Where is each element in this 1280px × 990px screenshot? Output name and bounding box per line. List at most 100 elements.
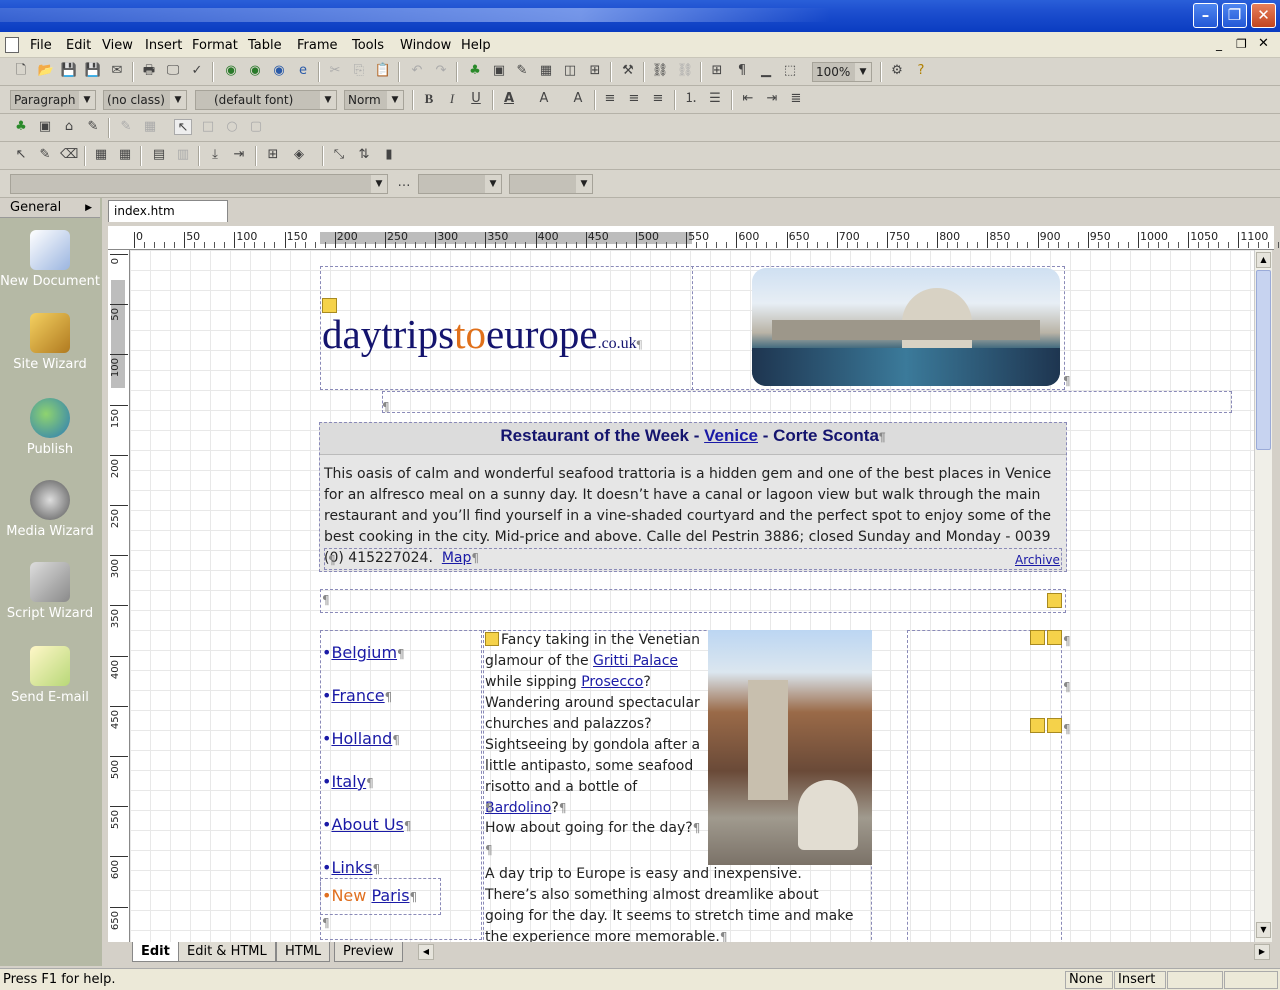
nav-holland[interactable]: •Holland¶ (322, 718, 412, 761)
document-icon[interactable] (5, 37, 19, 53)
archive-link[interactable]: Archive (1015, 553, 1060, 567)
shape-icon[interactable]: ▦ (141, 119, 159, 135)
tab-html[interactable]: HTML (276, 942, 331, 962)
minimize-button[interactable]: – (1193, 3, 1218, 28)
doc-restore-icon[interactable]: ❐ (1236, 37, 1247, 51)
fill-icon[interactable]: ◈ (290, 147, 308, 163)
close-button[interactable]: ✕ (1251, 3, 1276, 28)
help-icon[interactable]: ? (912, 63, 930, 79)
chart-icon[interactable]: ▮ (380, 147, 398, 163)
split-cells-icon[interactable]: ▥ (174, 147, 192, 163)
tree-icon[interactable]: ♣ (12, 119, 30, 135)
sort-icon[interactable]: ⇅ (355, 147, 373, 163)
edit-image-icon[interactable]: ✎ (84, 119, 102, 135)
save-all-icon[interactable]: 💾 (84, 63, 102, 79)
clear-format-icon[interactable]: A (569, 91, 587, 107)
spacer-row[interactable] (382, 391, 1232, 413)
nav-italy[interactable]: •Italy¶ (322, 761, 412, 804)
menu-format[interactable]: Format (192, 38, 238, 53)
menu-view[interactable]: View (102, 38, 133, 53)
gritti-palace-link[interactable]: Gritti Palace (593, 653, 678, 669)
bardolino-link[interactable]: Bardolino (485, 800, 551, 816)
hidden-icon[interactable]: ▁ (757, 63, 775, 79)
site-wizard-button[interactable]: Site Wizard (0, 313, 100, 372)
class-select[interactable]: (no class) ▼ (103, 90, 187, 110)
nav-belgium[interactable]: •Belgium¶ (322, 632, 412, 675)
doc-close-icon[interactable]: ✕ (1258, 36, 1269, 51)
more-icon[interactable]: … (395, 175, 413, 191)
maximize-button[interactable]: ❐ (1222, 3, 1247, 28)
script-marker-icon[interactable] (1030, 718, 1045, 733)
new-icon[interactable]: 🗋 (12, 63, 30, 79)
browser3-icon[interactable]: ◉ (270, 63, 288, 79)
scroll-thumb[interactable] (1256, 270, 1271, 450)
ie-icon[interactable]: e (294, 63, 312, 79)
doc-minimize-icon[interactable]: _ (1216, 37, 1222, 51)
script-marker-icon[interactable] (1047, 630, 1062, 645)
scroll-up-icon[interactable]: ▲ (1256, 252, 1271, 268)
underline-icon[interactable]: U (467, 91, 485, 107)
new-document-button[interactable]: New Document (0, 230, 100, 289)
venice-link[interactable]: Venice (704, 426, 758, 445)
venice-lagoon-image[interactable] (752, 268, 1060, 386)
nav-france[interactable]: •France¶ (322, 675, 412, 718)
media-wizard-button[interactable]: Media Wizard (0, 480, 100, 539)
autofit-icon[interactable]: ⤡ (330, 147, 348, 163)
numbered-list-icon[interactable]: ⒈ (682, 91, 700, 107)
vertical-scrollbar[interactable]: ▲ ▼ (1254, 250, 1272, 942)
draw-table-icon[interactable]: ✎ (36, 147, 54, 163)
menu-frame[interactable]: Frame (297, 38, 338, 53)
cut-icon[interactable]: ✂ (326, 63, 344, 79)
ellipse-icon[interactable]: ○ (223, 119, 241, 135)
save-icon[interactable]: 💾 (60, 63, 78, 79)
tree-icon[interactable]: ♣ (466, 63, 484, 79)
menu-help[interactable]: Help (461, 38, 491, 53)
menu-tools[interactable]: Tools (352, 38, 384, 53)
outdent-icon[interactable]: ⇤ (739, 91, 757, 107)
font-select[interactable]: (default font) ▼ (195, 90, 337, 110)
align-center-icon[interactable]: ≡ (625, 91, 643, 107)
rectangle-icon[interactable]: □ (199, 119, 217, 135)
script-wizard-button[interactable]: Script Wizard (0, 562, 100, 621)
eraser-icon[interactable]: ⌫ (60, 147, 78, 163)
edit-image-icon[interactable]: ✎ (513, 63, 531, 79)
tab-index-htm[interactable]: index.htm (108, 200, 228, 222)
table-props-icon[interactable]: ▦ (116, 147, 134, 163)
copy-icon[interactable]: ⎘ (350, 63, 368, 79)
tools-icon[interactable]: ⚒ (619, 63, 637, 79)
bold-icon[interactable]: B (420, 91, 438, 107)
browser-icon[interactable]: ◉ (222, 63, 240, 79)
open-icon[interactable]: 📂 (37, 63, 55, 79)
option-select-1[interactable]: ▼ (418, 174, 502, 194)
properties-icon[interactable]: ⚙ (888, 63, 906, 79)
menu-edit[interactable]: Edit (66, 38, 91, 53)
font-size-select[interactable]: Norm ▼ (344, 90, 404, 110)
new-paris[interactable]: •New Paris¶ (322, 886, 417, 905)
borders-icon[interactable]: ⬚ (781, 63, 799, 79)
insert-table-icon[interactable]: ▦ (92, 147, 110, 163)
grid-icon[interactable]: ⊞ (708, 63, 726, 79)
tab-preview[interactable]: Preview (334, 942, 403, 962)
scroll-right-icon[interactable]: ▶ (1254, 944, 1270, 960)
target-select[interactable]: ▼ (10, 174, 388, 194)
justify-icon[interactable]: ≣ (787, 91, 805, 107)
scroll-down-icon[interactable]: ▼ (1256, 922, 1271, 938)
select-icon[interactable]: ↖ (12, 147, 30, 163)
print-icon[interactable]: 🖶 (140, 63, 158, 79)
paris-link[interactable]: Paris (371, 886, 409, 905)
tab-edit[interactable]: Edit (132, 942, 179, 962)
link-icon[interactable]: ⛓ (651, 63, 669, 79)
scroll-left-icon[interactable]: ◀ (418, 944, 434, 960)
prosecco-link[interactable]: Prosecco (581, 674, 643, 690)
table-icon[interactable]: ▦ (537, 63, 555, 79)
pilcrow-icon[interactable]: ¶ (733, 63, 751, 79)
align-left-icon[interactable]: ≡ (601, 91, 619, 107)
frame-icon[interactable]: ◫ (561, 63, 579, 79)
panel-header[interactable]: General ▶ (0, 198, 100, 218)
undo-icon[interactable]: ↶ (408, 63, 426, 79)
mail-icon[interactable]: ✉ (108, 63, 126, 79)
align-right-icon[interactable]: ≡ (649, 91, 667, 107)
publish-button[interactable]: Publish (0, 398, 100, 457)
paste-icon[interactable]: 📋 (374, 63, 392, 79)
pointer-icon[interactable]: ↖ (174, 119, 192, 135)
